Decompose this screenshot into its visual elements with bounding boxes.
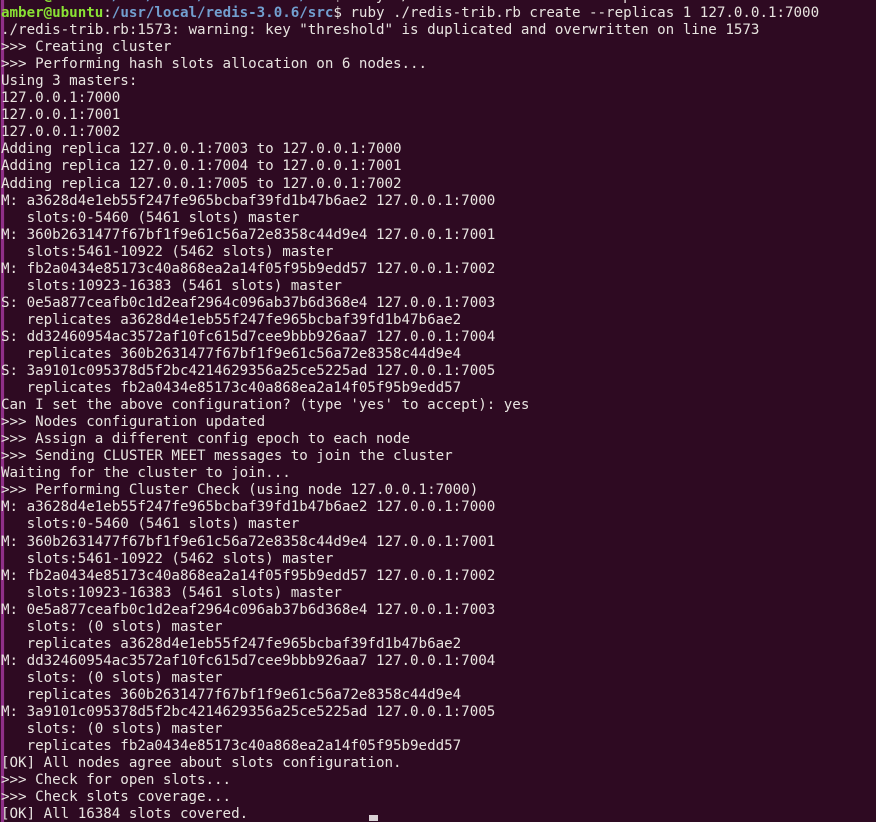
- output-line: replicates a3628d4e1eb55f247fe965bcbaf39…: [1, 635, 462, 652]
- output-line: >>> Sending CLUSTER MEET messages to joi…: [1, 448, 453, 465]
- output-line: Can I set the above configuration? (type…: [1, 397, 530, 414]
- output-line: S: dd32460954ac3572af10fc615d7cee9bbb926…: [1, 328, 496, 345]
- output-line: >>> Check for open slots...: [1, 772, 232, 789]
- output-line: S: 3a9101c095378d5f2bc4214629356a25ce522…: [1, 363, 496, 380]
- output-line: Adding replica 127.0.0.1:7003 to 127.0.0…: [1, 141, 402, 158]
- output-line: >>> Check slots coverage...: [1, 789, 232, 806]
- output-line: replicates fb2a0434e85173c40a868ea2a14f0…: [1, 380, 462, 397]
- prompt-path: /usr/local/redis-3.0.6/src: [112, 0, 334, 4]
- prompt-path: /usr/local/redis-3.0.6/src: [111, 5, 334, 22]
- prompt-user-host: amber@ubuntu: [1, 5, 104, 22]
- output-line: Using 3 masters:: [1, 73, 138, 90]
- output-line: slots:5461-10922 (5462 slots) master: [1, 243, 334, 260]
- output-line: 127.0.0.1:7000: [1, 90, 121, 107]
- terminal-output: amber@ubuntu:/usr/local/redis-3.0.6/src$…: [0, 0, 876, 822]
- prompt-command: ruby ./redis-trib.rb create --replicas 1…: [350, 5, 820, 22]
- output-line: slots: (0 slots) master: [1, 618, 223, 635]
- output-line: M: 3a9101c095378d5f2bc4214629356a25ce522…: [1, 703, 496, 720]
- output-line: M: a3628d4e1eb55f247fe965bcbaf39fd1b47b6…: [1, 192, 496, 209]
- output-line: >>> Performing Cluster Check (using node…: [1, 482, 479, 499]
- output-line: slots: (0 slots) master: [1, 721, 223, 738]
- output-line: 127.0.0.1:7001: [1, 107, 121, 124]
- prompt-separator: :: [103, 5, 112, 22]
- prompt-command: ruby ./redis-trib.rb create --replicas 1…: [350, 0, 819, 4]
- output-line: M: dd32460954ac3572af10fc615d7cee9bbb926…: [1, 652, 496, 669]
- prompt-sigil: $: [333, 5, 351, 22]
- output-line: slots:10923-16383 (5461 slots) master: [1, 277, 342, 294]
- output-line: >>> Performing hash slots allocation on …: [1, 56, 428, 73]
- output-line: S: 0e5a877ceafb0c1d2eaf2964c096ab37b6d36…: [1, 294, 496, 311]
- output-line: [OK] All 16384 slots covered.: [1, 806, 249, 822]
- output-line: M: 0e5a877ceafb0c1d2eaf2964c096ab37b6d36…: [1, 601, 496, 618]
- output-line: >>> Assign a different config epoch to e…: [1, 431, 411, 448]
- prompt-sigil: $: [333, 0, 350, 4]
- output-line: replicates 360b2631477f67bf1f9e61c56a72e…: [1, 686, 462, 703]
- output-line: >>> Nodes configuration updated: [1, 414, 266, 431]
- output-line: slots:5461-10922 (5462 slots) master: [1, 550, 334, 567]
- output-line: Adding replica 127.0.0.1:7004 to 127.0.0…: [1, 158, 402, 175]
- output-line: Adding replica 127.0.0.1:7005 to 127.0.0…: [1, 175, 402, 192]
- output-line: M: fb2a0434e85173c40a868ea2a14f05f95b9ed…: [1, 567, 496, 584]
- prompt-user-host: amber@ubuntu: [1, 0, 103, 4]
- output-line: M: 360b2631477f67bf1f9e61c56a72e8358c44d…: [1, 533, 496, 550]
- output-line: [OK] All nodes agree about slots configu…: [1, 755, 402, 772]
- prompt-line: amber@ubuntu:/usr/local/redis-3.0.6/src$…: [1, 5, 876, 22]
- output-line: M: a3628d4e1eb55f247fe965bcbaf39fd1b47b6…: [1, 499, 496, 516]
- output-line: replicates fb2a0434e85173c40a868ea2a14f0…: [1, 738, 462, 755]
- output-line: M: fb2a0434e85173c40a868ea2a14f05f95b9ed…: [1, 260, 496, 277]
- prompt-separator: :: [103, 0, 112, 4]
- output-line: slots: (0 slots) master: [1, 669, 223, 686]
- output-line: slots:10923-16383 (5461 slots) master: [1, 584, 342, 601]
- output-line: slots:0-5460 (5461 slots) master: [1, 516, 300, 533]
- output-line: ./redis-trib.rb:1573: warning: key "thre…: [1, 22, 760, 39]
- output-line: 127.0.0.1:7002: [1, 124, 121, 141]
- output-line: slots:0-5460 (5461 slots) master: [1, 209, 300, 226]
- output-line: M: 360b2631477f67bf1f9e61c56a72e8358c44d…: [1, 226, 496, 243]
- output-line: Waiting for the cluster to join...: [1, 465, 291, 482]
- output-line: >>> Creating cluster: [1, 39, 172, 56]
- output-line: replicates a3628d4e1eb55f247fe965bcbaf39…: [1, 311, 462, 328]
- terminal-window[interactable]: amber@ubuntu:/usr/local/redis-3.0.6/src$…: [0, 0, 876, 822]
- text-cursor: [369, 815, 378, 821]
- output-line: replicates 360b2631477f67bf1f9e61c56a72e…: [1, 345, 462, 362]
